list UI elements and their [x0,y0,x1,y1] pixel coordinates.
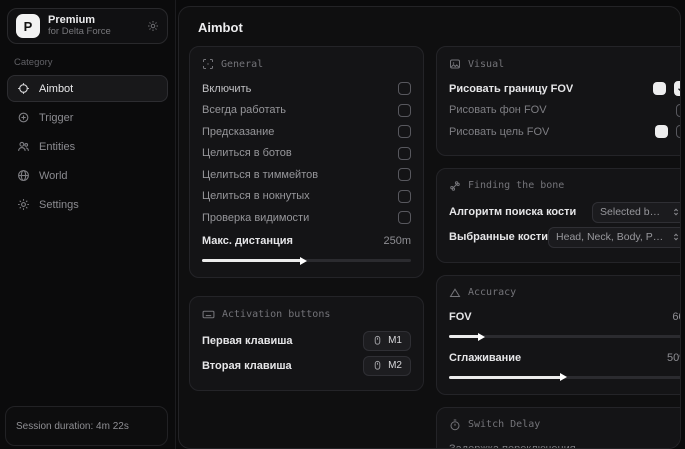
users-icon [17,140,30,153]
toggle-label: Включить [202,83,251,95]
panel-title: Activation buttons [222,309,330,320]
sidebar-item-aimbot[interactable]: Aimbot [7,75,168,102]
check-icon [677,84,681,93]
toggle-label: Всегда работать [202,104,286,116]
toggle-label: Задержка переключения [449,443,576,449]
sidebar-item-entities[interactable]: Entities [7,133,168,160]
select-label: Выбранные кости [449,231,548,243]
keybind-first-key[interactable]: M1 [363,331,411,351]
sidebar-item-label: Entities [39,141,75,153]
bone-algorithm-select[interactable]: Selected bone [592,202,681,223]
chevrons-up-down-icon [671,207,681,217]
crosshair-icon [17,82,30,95]
smoothing-slider[interactable] [449,373,681,382]
panel-general: General Включить Всегда работать Предска… [189,46,424,278]
checkbox-always-work[interactable] [398,104,411,117]
checkbox-draw-fov-border[interactable] [674,81,681,96]
mouse-icon [372,360,383,371]
toggle-label: Проверка видимости [202,212,309,224]
mouse-icon [372,335,383,346]
keybind-label: Первая клавиша [202,335,293,347]
checkbox-switch-delay[interactable] [676,443,681,449]
checkbox-visibility-check[interactable] [398,211,411,224]
page-title: Aimbot [189,7,670,46]
panel-visual: Visual Рисовать границу FOV Рисовать фон… [436,46,681,156]
trigger-icon [17,111,30,124]
selected-bones-select[interactable]: Head, Neck, Body, Pe... [548,227,681,248]
brand-logo: P [16,14,40,38]
panel-accuracy: Accuracy FOV 60° Сглаживание 50% [436,275,681,395]
main-content: Aimbot General Включить Всегда работать … [178,6,681,449]
image-icon [449,58,461,70]
sidebar-nav: Aimbot Trigger Entities World Settings [7,75,168,218]
sidebar-item-label: World [39,170,68,182]
sidebar-item-label: Settings [39,199,79,211]
triangle-icon [449,287,461,299]
scan-icon [202,58,214,70]
brand-subtitle: for Delta Force [48,27,139,38]
color-swatch[interactable] [653,82,666,95]
slider-label: FOV [449,311,472,323]
sidebar-item-label: Aimbot [39,83,73,95]
max-distance-slider[interactable] [202,256,411,265]
slider-thumb[interactable] [300,257,307,265]
timer-icon [449,419,461,431]
toggle-label: Целиться в тиммейтов [202,169,318,181]
checkbox-target-teammates[interactable] [398,168,411,181]
sidebar-item-settings[interactable]: Settings [7,191,168,218]
globe-icon [17,169,30,182]
checkbox-enable[interactable] [398,82,411,95]
keybind-label: Вторая клавиша [202,360,292,372]
slider-value: 60° [672,311,681,323]
sidebar: P Premium for Delta Force Category Aimbo… [0,0,176,449]
brand-title: Premium [48,14,139,27]
slider-label: Сглаживание [449,352,521,364]
bone-icon [449,180,461,192]
slider-value: 250m [383,235,411,247]
select-label: Алгоритм поиска кости [449,206,576,218]
checkbox-draw-fov-background[interactable] [676,104,681,117]
gear-icon [17,198,30,211]
panel-switch-delay: Switch Delay Задержка переключения Задер… [436,407,681,449]
chevrons-up-down-icon [671,232,681,242]
color-swatch[interactable] [655,125,668,138]
panel-finding-the-bone: Finding the bone Алгоритм поиска кости S… [436,168,681,263]
toggle-label: Целиться в нокнутых [202,190,310,202]
fov-slider[interactable] [449,332,681,341]
checkbox-prediction[interactable] [398,125,411,138]
panel-title: Accuracy [468,287,516,298]
checkbox-draw-fov-target[interactable] [676,125,681,138]
gear-icon[interactable] [147,20,159,32]
panel-title: Switch Delay [468,419,540,430]
keyboard-icon [202,308,215,321]
slider-thumb[interactable] [478,333,485,341]
panel-activation-buttons: Activation buttons Первая клавиша M1 Вто… [189,296,424,391]
toggle-label: Рисовать фон FOV [449,104,547,116]
slider-value: 50% [667,352,681,364]
category-label: Category [14,57,168,68]
toggle-label: Целиться в ботов [202,147,292,159]
sidebar-item-trigger[interactable]: Trigger [7,104,168,131]
slider-thumb[interactable] [560,373,567,381]
brand-card: P Premium for Delta Force [7,8,168,44]
sidebar-item-label: Trigger [39,112,73,124]
panel-title: Visual [468,59,504,70]
panel-title: General [221,59,263,70]
checkbox-target-knocked[interactable] [398,190,411,203]
toggle-label: Рисовать границу FOV [449,83,573,95]
keybind-second-key[interactable]: M2 [363,356,411,376]
slider-label: Макс. дистанция [202,235,293,247]
toggle-label: Предсказание [202,126,274,138]
panel-title: Finding the bone [468,180,564,191]
toggle-label: Рисовать цель FOV [449,126,549,138]
session-duration: Session duration: 4m 22s [5,406,168,446]
sidebar-item-world[interactable]: World [7,162,168,189]
checkbox-target-bots[interactable] [398,147,411,160]
